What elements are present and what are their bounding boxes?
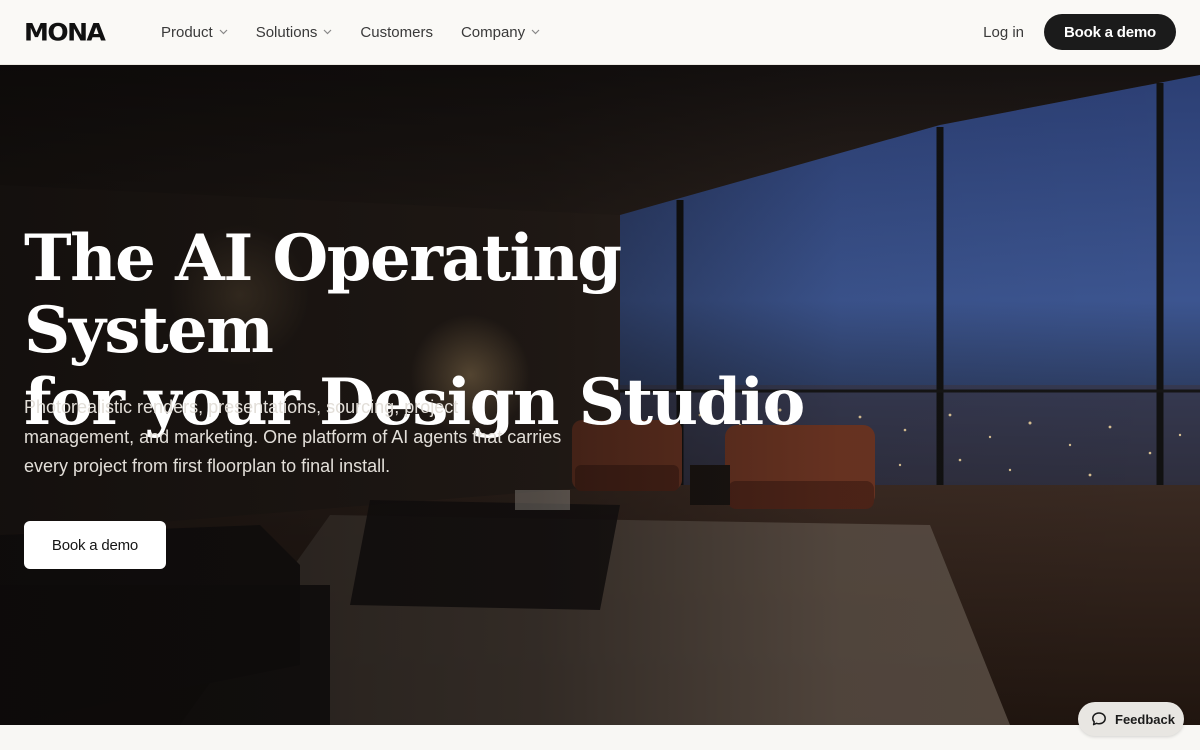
mona-logo[interactable]: MONA — [24, 18, 161, 46]
nav-item-label: Solutions — [255, 23, 318, 41]
subhead-line: Photorealistic renders, presentations, s… — [24, 397, 459, 417]
chevron-down-icon — [219, 29, 228, 35]
headline-line: The AI Operating System — [24, 221, 622, 368]
nav-item-solutions[interactable]: Solutions — [256, 24, 333, 41]
nav-item-label: Product — [161, 23, 213, 41]
feedback-label: Feedback — [1115, 711, 1175, 727]
chevron-down-icon — [531, 29, 540, 35]
subhead-line: management, and marketing. One platform … — [24, 426, 562, 447]
main-nav: Product Solutions Customers Company — [161, 24, 568, 41]
hero-section: The AI Operating System for your Design … — [0, 65, 1200, 725]
chevron-down-icon — [323, 29, 332, 35]
subhead-line: every project from first floorplan to fi… — [24, 456, 391, 476]
nav-item-customers[interactable]: Customers — [360, 24, 433, 41]
nav-item-label: Customers — [360, 23, 433, 41]
top-navbar: MONA Product Solutions Customers Company… — [0, 0, 1200, 65]
login-link[interactable]: Log in — [983, 24, 1024, 41]
chat-bubble-icon — [1091, 711, 1107, 727]
nav-item-company[interactable]: Company — [461, 24, 540, 41]
book-demo-button[interactable]: Book a demo — [1044, 14, 1176, 50]
hero-book-demo-button[interactable]: Book a demo — [24, 521, 166, 569]
feedback-button[interactable]: Feedback — [1078, 702, 1184, 736]
hero-subhead: Photorealistic renders, presentations, s… — [24, 393, 624, 482]
nav-item-label: Company — [460, 23, 526, 41]
header-actions: Log in Book a demo — [983, 14, 1176, 50]
nav-item-product[interactable]: Product — [161, 24, 228, 41]
